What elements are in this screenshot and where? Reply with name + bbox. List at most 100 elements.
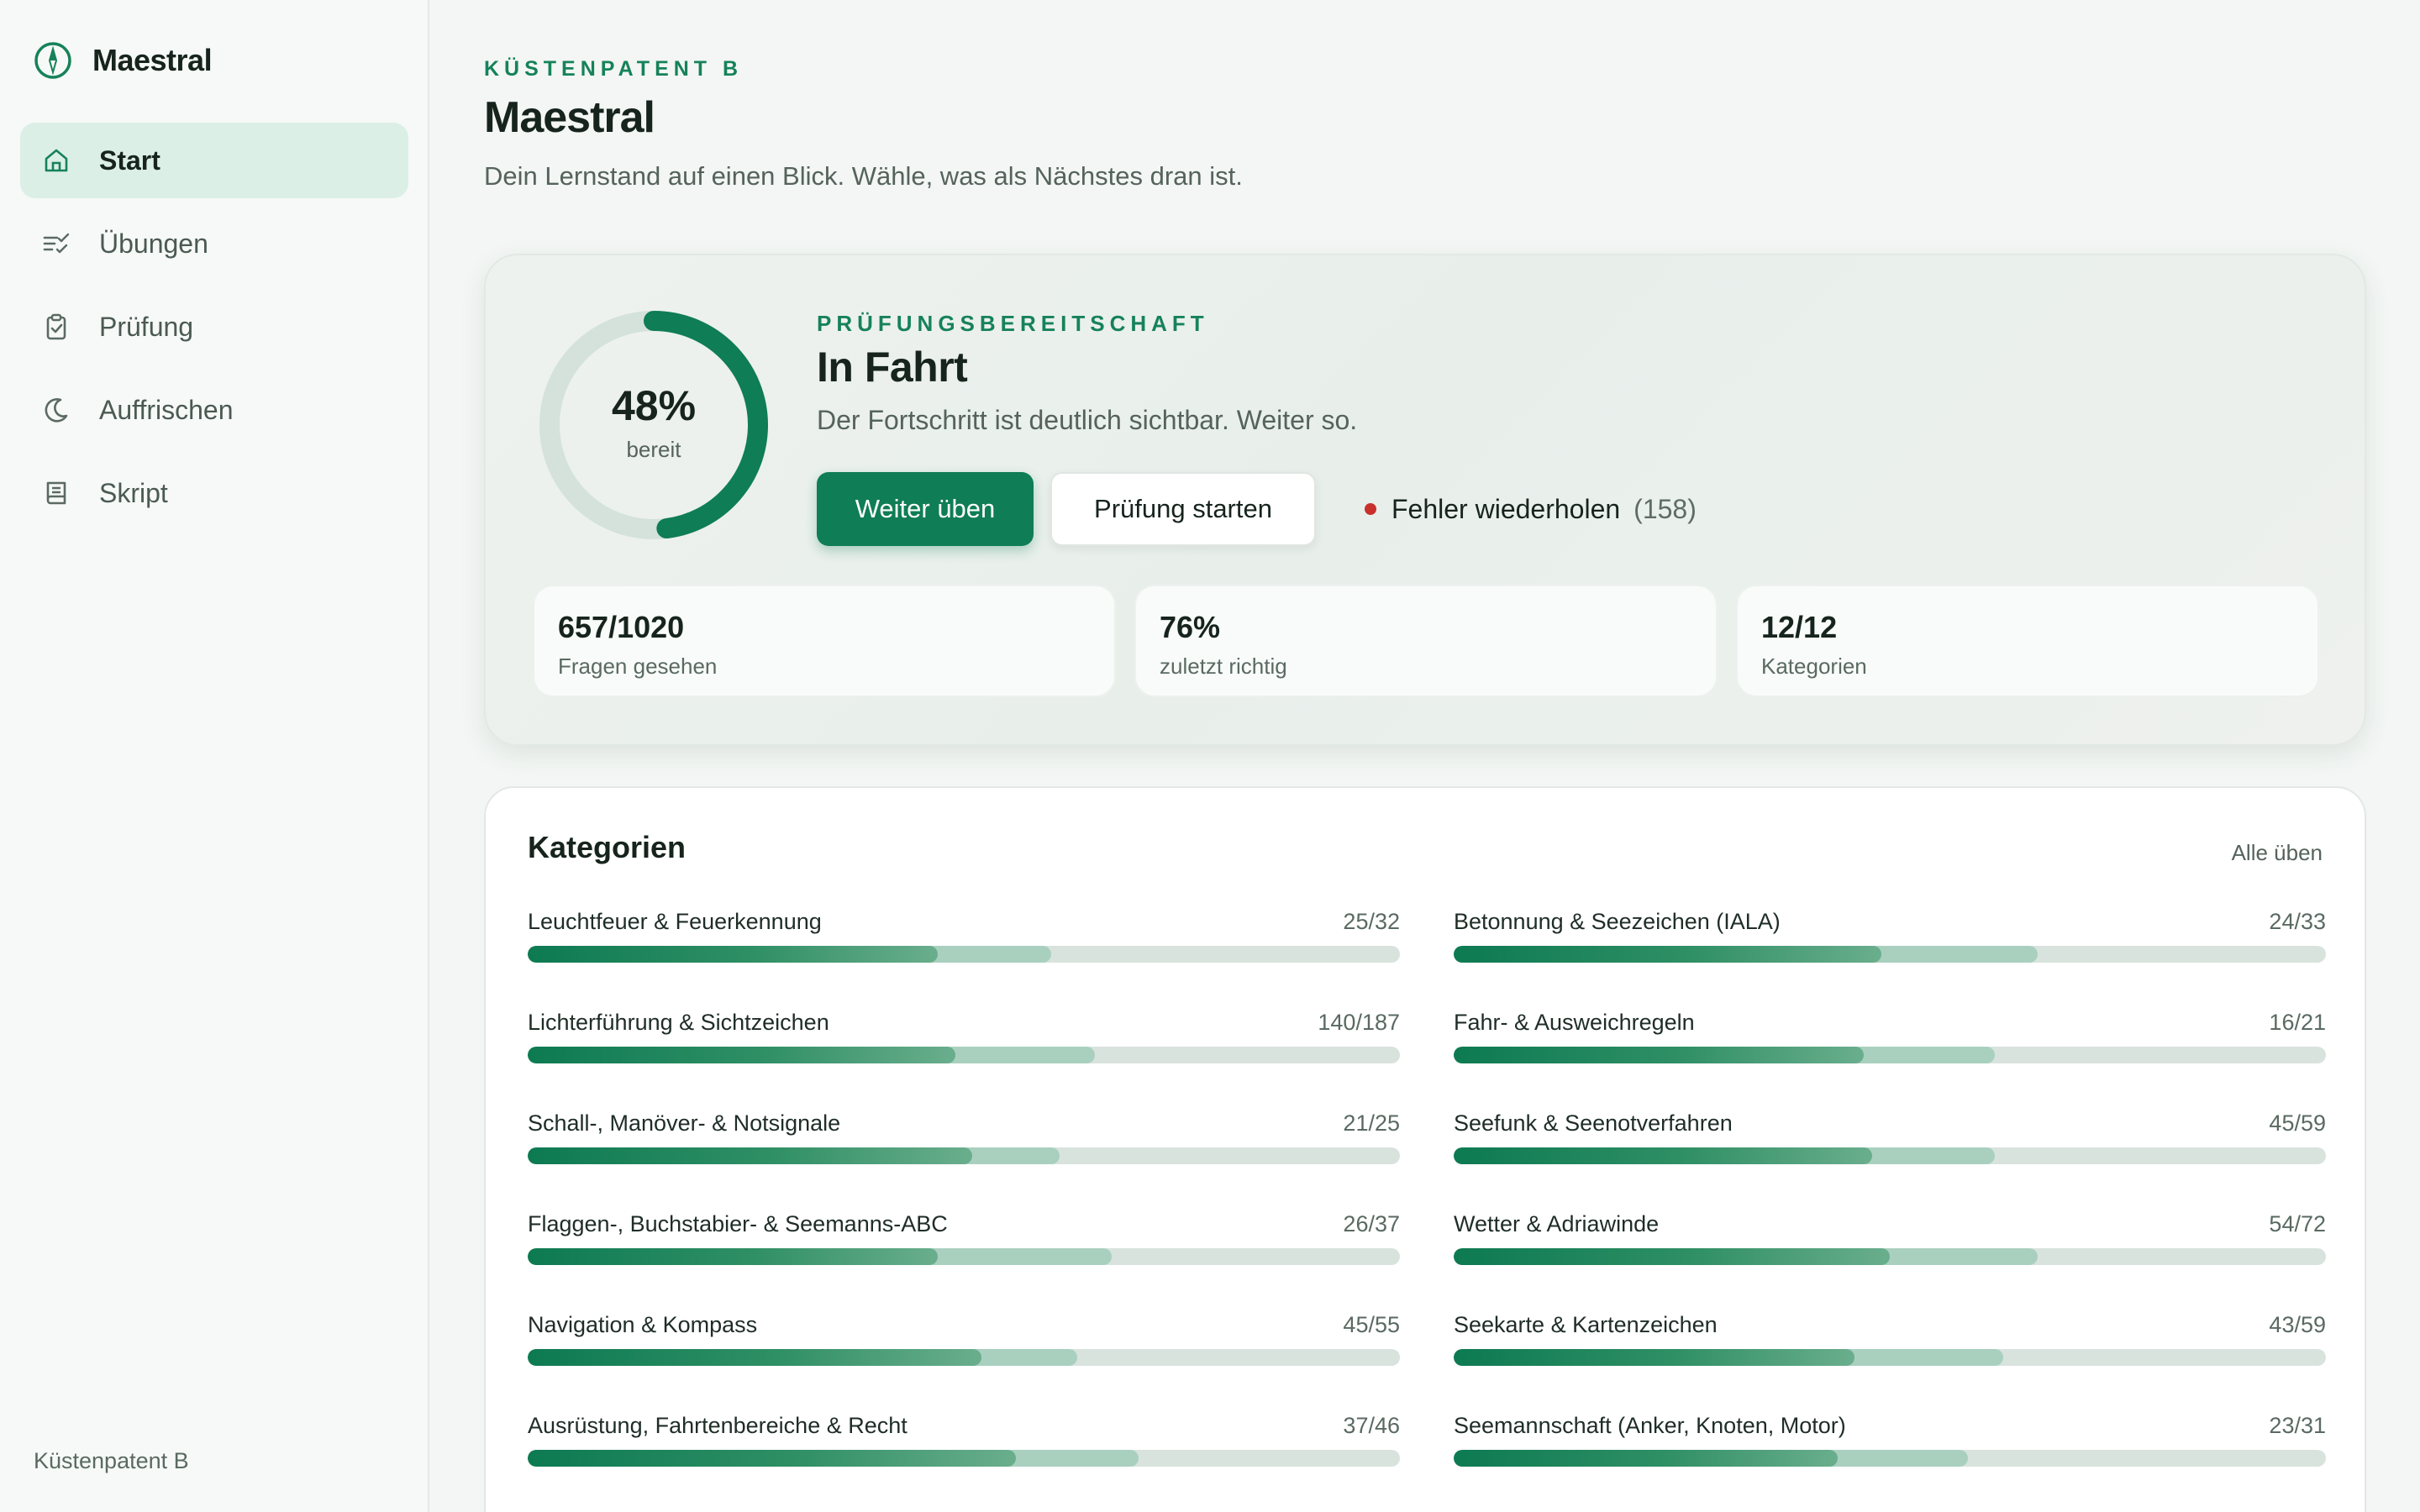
progress-correct: [528, 946, 938, 963]
progress-correct: [1454, 1349, 1855, 1366]
practice-all-link[interactable]: Alle üben: [2232, 840, 2323, 866]
home-icon: [45, 149, 68, 172]
stat-label: zuletzt richtig: [1160, 654, 1287, 679]
category-name: Navigation & Kompass: [528, 1312, 758, 1337]
nav-item-pruefung[interactable]: Prüfung: [20, 289, 408, 365]
progress-correct: [528, 1349, 981, 1366]
page-eyebrow: KÜSTENPATENT B: [484, 57, 744, 81]
category-name: Fahr- & Ausweichregeln: [1454, 1010, 1695, 1035]
category-row[interactable]: Wetter & Adriawinde 54/72: [1454, 1211, 2326, 1312]
error-dot-icon: [1365, 503, 1376, 515]
category-count: 140/187: [1318, 1010, 1400, 1035]
stat-last-correct: 76% zuletzt richtig: [1134, 585, 1718, 697]
continue-practice-button[interactable]: Weiter üben: [817, 472, 1034, 546]
progress-correct: [528, 1450, 1017, 1467]
readiness-card: 48% bereit PRÜFUNGSBEREITSCHAFT In Fahrt…: [484, 254, 2366, 746]
category-row[interactable]: Flaggen-, Buchstabier- & Seemanns-ABC 26/…: [528, 1211, 1400, 1312]
category-progress-bar: [1454, 946, 2326, 963]
category-count: 26/37: [1343, 1211, 1400, 1236]
readiness-text: Der Fortschritt ist deutlich sichtbar. W…: [817, 405, 1358, 435]
category-count: 37/46: [1343, 1413, 1400, 1438]
category-row[interactable]: Seemannschaft (Anker, Knoten, Motor) 23/3…: [1454, 1413, 2326, 1512]
categories-column-left: Leuchtfeuer & Feuerkennung 25/32 Lichterfü…: [528, 909, 1400, 1512]
progress-correct: [1454, 1047, 1864, 1063]
category-name: Wetter & Adriawinde: [1454, 1211, 1660, 1236]
nav-item-skript[interactable]: Skript: [20, 455, 408, 531]
category-count: 43/59: [2269, 1312, 2326, 1337]
category-row[interactable]: Betonnung & Seezeichen (IALA) 24/33: [1454, 909, 2326, 1010]
category-name: Schall-, Manöver- & Notsignale: [528, 1110, 841, 1136]
category-count: 25/32: [1343, 909, 1400, 934]
nav-label-start: Start: [99, 144, 160, 176]
main-nav: Start Übungen Prüfung Auffrischen Skript: [20, 123, 408, 538]
readiness-title: In Fahrt: [817, 344, 968, 391]
repeat-errors-label: Fehler wiederholen: [1392, 493, 1621, 524]
category-row[interactable]: Ausrüstung, Fahrtenbereiche & Recht 37/46: [528, 1413, 1400, 1512]
category-row[interactable]: Navigation & Kompass 45/55: [528, 1312, 1400, 1413]
category-progress-bar: [1454, 1248, 2326, 1265]
category-progress-bar: [1454, 1349, 2326, 1366]
page-title: Maestral: [484, 93, 655, 142]
category-count: 16/21: [2269, 1010, 2326, 1035]
nav-item-start[interactable]: Start: [20, 123, 408, 198]
progress-correct: [1454, 946, 1881, 963]
nav-item-auffrischen[interactable]: Auffrischen: [20, 372, 408, 448]
category-row[interactable]: Seefunk & Seenotverfahren 45/59: [1454, 1110, 2326, 1211]
nav-label-pruefung: Prüfung: [99, 311, 194, 342]
category-progress-bar: [528, 1248, 1400, 1265]
categories-column-right: Betonnung & Seezeichen (IALA) 24/33 Fahr- …: [1454, 909, 2326, 1512]
category-progress-bar: [528, 1147, 1400, 1164]
stat-value: 12/12: [1761, 610, 1838, 644]
moon-icon: [45, 398, 68, 423]
stats-row: 657/1020 Fragen gesehen 76% zuletzt rich…: [533, 585, 2319, 697]
category-progress-bar: [528, 1047, 1400, 1063]
category-count: 23/31: [2269, 1413, 2326, 1438]
category-name: Flaggen-, Buchstabier- & Seemanns-ABC: [528, 1211, 948, 1236]
category-progress-bar: [1454, 1147, 2326, 1164]
category-name: Seekarte & Kartenzeichen: [1454, 1312, 1718, 1337]
category-name: Betonnung & Seezeichen (IALA): [1454, 909, 1781, 934]
category-name: Ausrüstung, Fahrtenbereiche & Recht: [528, 1413, 908, 1438]
progress-correct: [1454, 1147, 1873, 1164]
nav-label-uebungen: Übungen: [99, 228, 208, 259]
repeat-errors-button[interactable]: Fehler wiederholen (158): [1365, 489, 1697, 529]
category-progress-bar: [1454, 1047, 2326, 1063]
category-name: Seemannschaft (Anker, Knoten, Motor): [1454, 1413, 1846, 1438]
category-progress-bar: [1454, 1450, 2326, 1467]
readiness-percent: 48%: [611, 382, 697, 429]
category-progress-bar: [528, 946, 1400, 963]
categories-card: Kategorien Alle üben Leuchtfeuer & Feuer…: [484, 786, 2366, 1512]
progress-correct: [1454, 1450, 1838, 1467]
brand[interactable]: Maestral: [34, 40, 213, 81]
category-progress-bar: [528, 1450, 1400, 1467]
stat-label: Fragen gesehen: [558, 654, 718, 679]
nav-label-auffrischen: Auffrischen: [99, 394, 234, 425]
repeat-errors-count: (158): [1634, 493, 1697, 524]
clipboard-check-icon: [46, 313, 66, 340]
category-name: Lichterführung & Sichtzeichen: [528, 1010, 829, 1035]
category-count: 21/25: [1343, 1110, 1400, 1136]
compass-icon: [34, 42, 71, 79]
stat-value: 657/1020: [558, 610, 685, 644]
stat-label: Kategorien: [1761, 654, 1867, 679]
progress-correct: [1454, 1248, 1890, 1265]
category-count: 54/72: [2269, 1211, 2326, 1236]
progress-correct: [528, 1248, 938, 1265]
readiness-eyebrow: PRÜFUNGSBEREITSCHAFT: [817, 311, 1209, 336]
category-row[interactable]: Leuchtfeuer & Feuerkennung 25/32: [528, 909, 1400, 1010]
sidebar: Maestral Start Übungen Prüfung Auffrisch…: [0, 0, 429, 1512]
category-row[interactable]: Lichterführung & Sichtzeichen 140/187: [528, 1010, 1400, 1110]
book-icon: [46, 481, 66, 505]
start-exam-button[interactable]: Prüfung starten: [1050, 472, 1316, 546]
category-row[interactable]: Schall-, Manöver- & Notsignale 21/25: [528, 1110, 1400, 1211]
stat-value: 76%: [1160, 610, 1221, 644]
nav-item-uebungen[interactable]: Übungen: [20, 206, 408, 281]
readiness-percent-label: bereit: [626, 437, 681, 462]
category-row[interactable]: Fahr- & Ausweichregeln 16/21: [1454, 1010, 2326, 1110]
stat-categories: 12/12 Kategorien: [1736, 585, 2319, 697]
checklist-icon: [43, 233, 70, 254]
category-count: 45/55: [1343, 1312, 1400, 1337]
category-name: Seefunk & Seenotverfahren: [1454, 1110, 1733, 1136]
category-progress-bar: [528, 1349, 1400, 1366]
category-row[interactable]: Seekarte & Kartenzeichen 43/59: [1454, 1312, 2326, 1413]
